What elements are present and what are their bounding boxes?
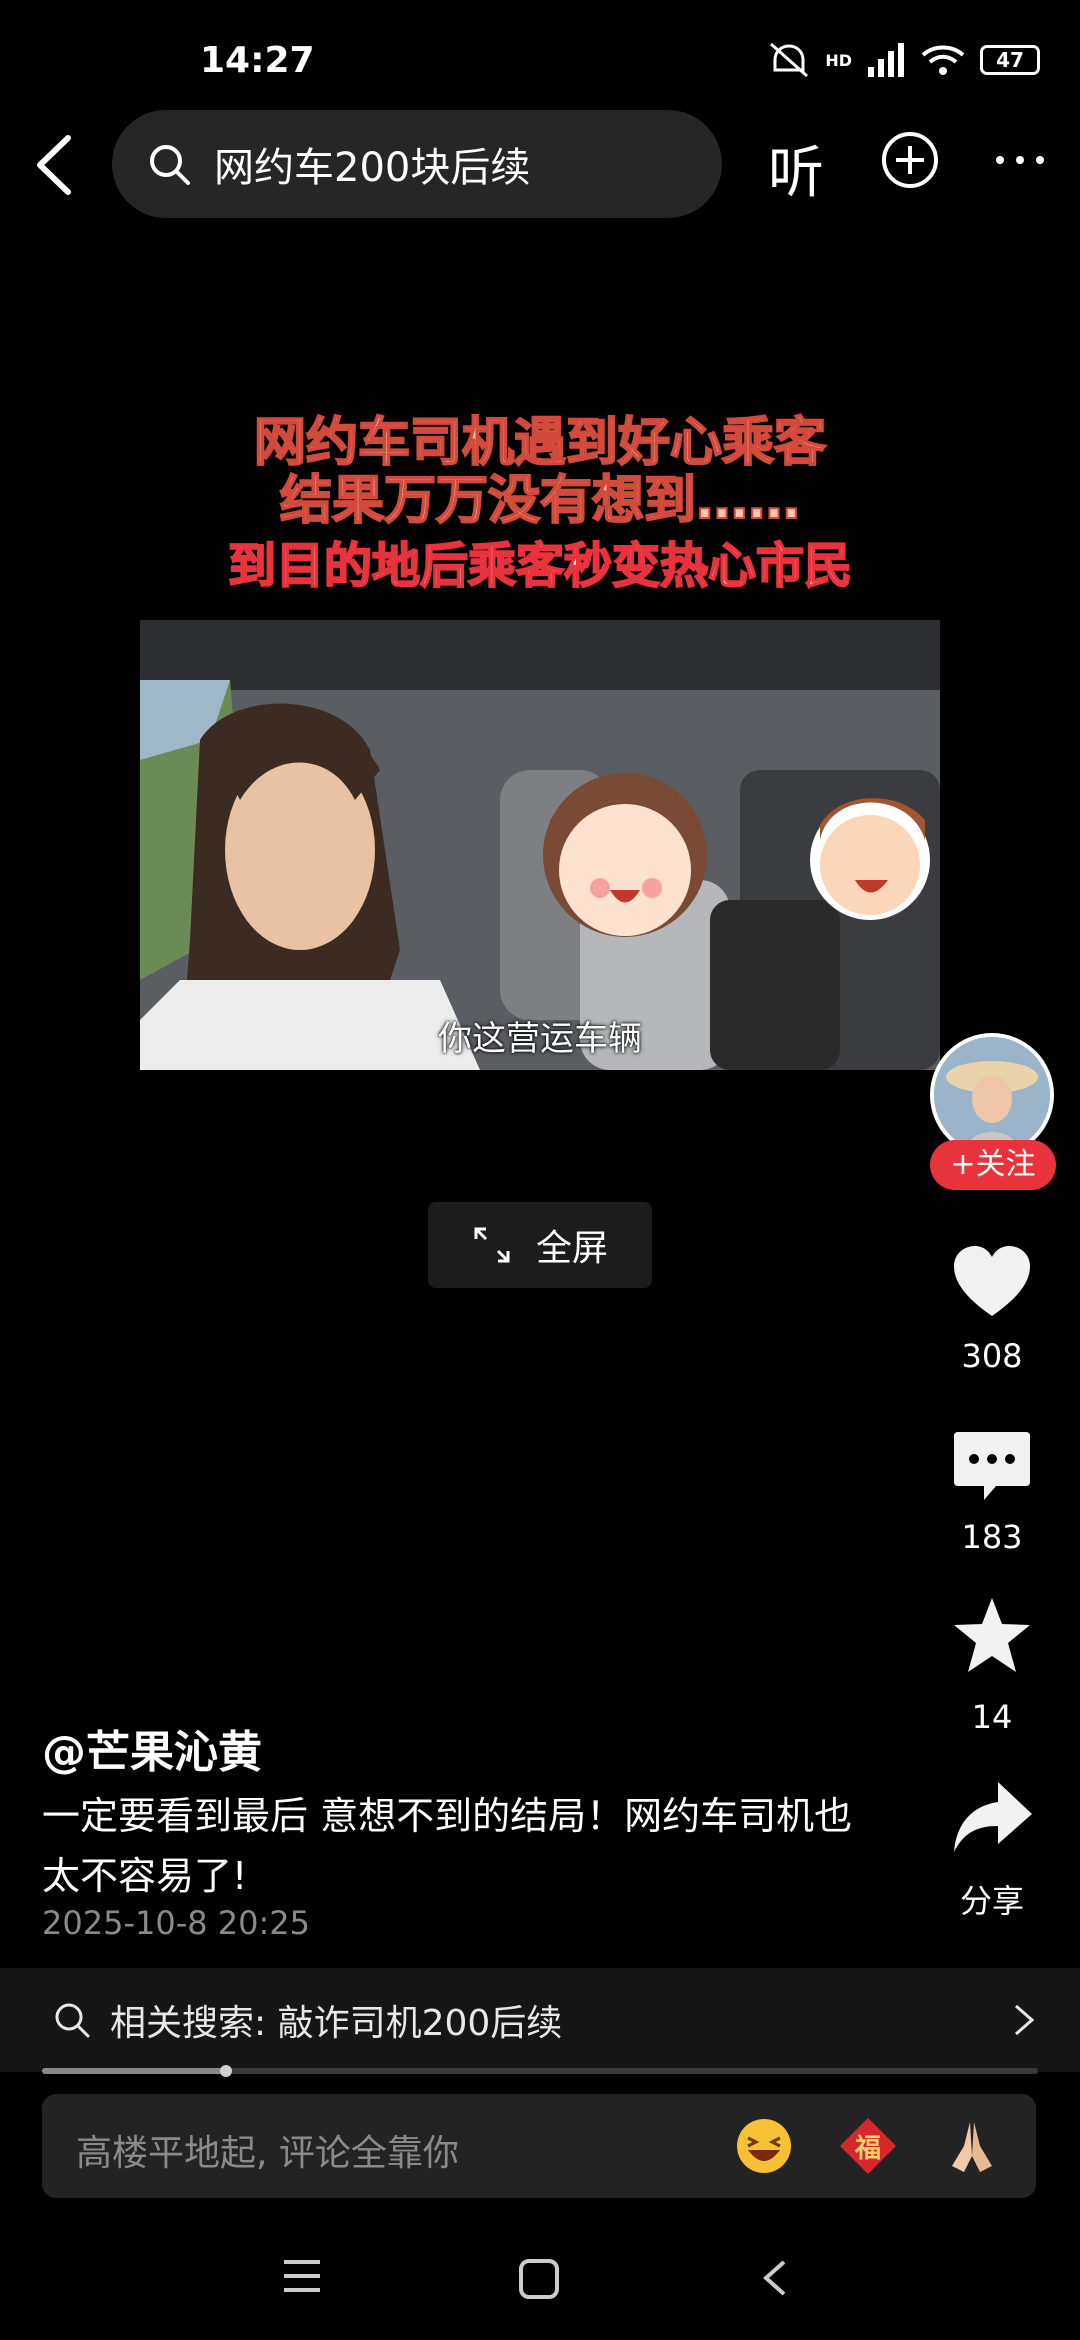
fu-emoji-icon[interactable]: 福 xyxy=(838,2116,898,2176)
follow-button[interactable]: +关注 xyxy=(930,1140,1056,1190)
related-search-bar[interactable]: 相关搜索: 敲诈司机200后续 xyxy=(0,1968,1080,2072)
add-icon[interactable] xyxy=(880,130,940,190)
listen-button[interactable]: 听 xyxy=(768,128,824,209)
comment-placeholder: 高楼平地起, 评论全靠你 xyxy=(76,2133,459,2174)
praying-hands-emoji-icon[interactable] xyxy=(942,2116,1002,2176)
status-bar: 14:27 HD 47 xyxy=(0,0,1080,110)
video-player[interactable]: 你这营运车辆 xyxy=(140,620,940,1070)
more-icon[interactable] xyxy=(990,148,1050,172)
video-subtitle: 你这营运车辆 xyxy=(438,1019,642,1059)
fu-emoji-label: 福 xyxy=(854,2134,881,2164)
search-text: 网约车200块后续 xyxy=(214,145,531,191)
comment-icon[interactable] xyxy=(950,1424,1034,1508)
wifi-icon xyxy=(921,45,965,75)
video-caption-line2: 结果万万没有想到…… xyxy=(279,470,801,532)
comment-input[interactable]: 高楼平地起, 评论全靠你 福 xyxy=(42,2094,1036,2198)
comment-count: 183 xyxy=(961,1518,1023,1556)
status-icons: HD 47 xyxy=(767,40,1040,80)
share-label: 分享 xyxy=(959,1882,1024,1920)
like-count: 308 xyxy=(961,1337,1023,1375)
author-name[interactable]: @芒果沁黄 xyxy=(42,1716,262,1780)
network-label: HD xyxy=(825,50,852,70)
signal-icon xyxy=(868,43,904,77)
progress-fill xyxy=(42,2068,227,2074)
search-icon xyxy=(55,2003,90,2038)
home-icon[interactable] xyxy=(518,2258,560,2300)
laughing-emoji-icon[interactable] xyxy=(734,2116,794,2176)
video-progress-bar[interactable] xyxy=(42,2065,1038,2077)
video-frame-image xyxy=(140,620,940,1070)
mute-icon xyxy=(770,42,809,78)
author-avatar[interactable] xyxy=(930,1033,1054,1157)
menu-icon[interactable] xyxy=(282,2258,322,2294)
expand-icon xyxy=(474,1227,510,1263)
battery-icon: 47 xyxy=(980,45,1040,75)
fullscreen-label: 全屏 xyxy=(535,1228,608,1269)
favorite-count: 14 xyxy=(971,1698,1013,1736)
avatar-image xyxy=(934,1037,1050,1153)
search-icon xyxy=(150,145,190,185)
status-time: 14:27 xyxy=(200,40,315,81)
star-icon[interactable] xyxy=(950,1594,1034,1678)
chevron-right-icon xyxy=(1015,2004,1035,2036)
share-icon[interactable] xyxy=(950,1776,1034,1860)
post-description: 一定要看到最后 意想不到的结局！网约车司机也太不容易了! xyxy=(42,1794,853,1898)
back-nav-icon[interactable] xyxy=(760,2258,790,2298)
search-bar[interactable]: 网约车200块后续 xyxy=(112,110,722,218)
video-caption-line3: 到目的地后乘客秒变热心市民 xyxy=(227,537,853,595)
progress-handle[interactable] xyxy=(220,2065,233,2077)
heart-icon[interactable] xyxy=(950,1240,1034,1324)
related-search-text: 相关搜索: 敲诈司机200后续 xyxy=(110,2003,563,2044)
back-icon[interactable] xyxy=(28,130,78,200)
system-nav-bar xyxy=(0,2220,1080,2340)
fullscreen-button[interactable]: 全屏 xyxy=(428,1202,652,1288)
post-date: 2025-10-8 20:25 xyxy=(42,1904,310,1942)
